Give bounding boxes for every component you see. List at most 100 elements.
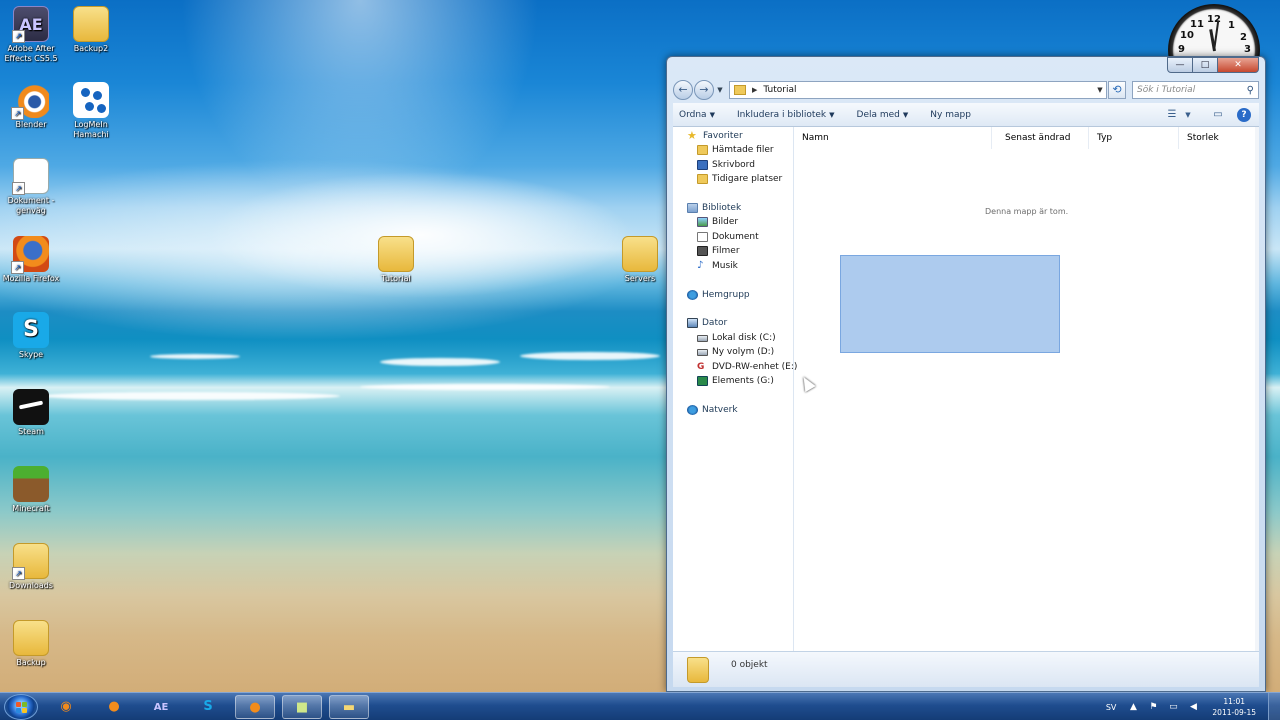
item-count: 0 objekt: [731, 659, 768, 670]
desktop-icon-firefox[interactable]: Mozilla Firefox: [0, 236, 62, 284]
desktop-icon-backup[interactable]: Backup: [0, 620, 62, 668]
explorer-window[interactable]: — □ ✕ ← → ▼ ▶ Tutorial ▼ ⟲ Sök i Tutoria…: [666, 56, 1266, 692]
network-icon: [687, 405, 698, 415]
taskbar-blender[interactable]: ◉: [46, 695, 86, 719]
clock-numeral: 2: [1240, 32, 1247, 43]
desktop-icon-label: Skype: [18, 350, 44, 359]
nav-item-pictures[interactable]: Bilder: [697, 217, 738, 227]
nav-computer[interactable]: Dator: [687, 318, 727, 328]
show-desktop-button[interactable]: [1268, 693, 1280, 720]
nav-libraries[interactable]: Bibliotek: [687, 203, 741, 213]
refresh-button[interactable]: ⟲: [1108, 81, 1126, 99]
close-button[interactable]: ✕: [1217, 57, 1259, 73]
breadcrumb-tutorial[interactable]: Tutorial: [763, 85, 796, 95]
nav-item-desktop[interactable]: Skrivbord: [697, 160, 755, 170]
maximize-button[interactable]: □: [1192, 57, 1218, 73]
show-hidden-icons-icon[interactable]: ▲: [1128, 702, 1138, 712]
flag-icon[interactable]: ⚑: [1148, 702, 1158, 712]
taskbar-after-effects[interactable]: AE: [141, 695, 181, 719]
clock-numeral: 9: [1178, 44, 1185, 55]
file-list[interactable]: Namn Senast ändrad Typ Storlek Denna map…: [794, 127, 1259, 651]
minecraft-icon: [13, 466, 49, 502]
share-with-menu[interactable]: Dela med ▼: [857, 110, 909, 120]
wave: [40, 392, 340, 400]
desktop-icon-label: Mozilla Firefox: [2, 274, 60, 283]
nav-group-label: Hemgrupp: [702, 290, 750, 300]
minimize-button[interactable]: —: [1167, 57, 1193, 73]
desktop-icon-label: Steam: [18, 427, 44, 436]
desktop-icon-minecraft[interactable]: Minecraft: [0, 466, 62, 514]
nav-network[interactable]: Natverk: [687, 405, 738, 415]
help-icon[interactable]: ?: [1237, 107, 1251, 122]
start-button[interactable]: [4, 694, 38, 720]
desktop-icon-backup2[interactable]: Backup2: [60, 6, 122, 54]
breadcrumb-arrow-icon[interactable]: ▶: [752, 86, 757, 94]
back-button[interactable]: ←: [673, 80, 693, 100]
clock-numeral: 1: [1228, 20, 1235, 31]
nav-item-drive-c[interactable]: Lokal disk (C:): [697, 333, 776, 343]
taskbar-firefox-open[interactable]: ●: [235, 695, 275, 719]
nav-item-label: Dokument: [712, 232, 759, 242]
nav-item-documents[interactable]: Dokument: [697, 232, 759, 242]
details-pane: 0 objekt: [673, 651, 1259, 687]
desktop-icon-after-effects[interactable]: AE Adobe After Effects CS5.5: [0, 6, 62, 64]
new-folder-button[interactable]: Ny mapp: [930, 110, 971, 120]
chevron-down-icon: ▼: [829, 110, 835, 119]
taskbar-camtasia[interactable]: ■: [282, 695, 322, 719]
address-bar[interactable]: ▶ Tutorial ▼: [729, 81, 1107, 99]
recent-pages-dropdown[interactable]: ▼: [715, 86, 725, 94]
nav-item-recent-places[interactable]: Tidigare platser: [697, 174, 782, 184]
nav-item-videos[interactable]: Filmer: [697, 246, 740, 256]
scrollbar[interactable]: [1255, 127, 1259, 651]
nav-item-downloads[interactable]: Hämtade filer: [697, 145, 774, 155]
taskbar-explorer[interactable]: ▬: [329, 695, 369, 719]
desktop-icon-skype[interactable]: S Skype: [0, 312, 62, 360]
include-in-library-menu[interactable]: Inkludera i bibliotek ▼: [737, 110, 835, 120]
preview-pane-icon[interactable]: ▭: [1211, 109, 1225, 121]
view-options-icon[interactable]: ☰: [1165, 109, 1179, 121]
navigation-pane: ★ Favoriter Hämtade filer Skrivbord Tidi…: [673, 127, 797, 651]
after-effects-icon: AE: [12, 6, 49, 43]
nav-item-label: Hämtade filer: [712, 145, 774, 155]
column-header-size[interactable]: Storlek: [1179, 127, 1255, 149]
documents-icon: [697, 232, 708, 242]
nav-homegroup[interactable]: Hemgrupp: [687, 290, 750, 300]
column-header-name[interactable]: Namn: [794, 127, 992, 149]
nav-item-label: Elements (G:): [712, 376, 774, 386]
column-header-type[interactable]: Typ: [1089, 127, 1179, 149]
language-indicator[interactable]: SV: [1106, 703, 1117, 712]
desktop-icon-steam[interactable]: Steam: [0, 389, 62, 437]
desktop-icon-blender[interactable]: Blender: [0, 82, 62, 130]
network-tray-icon[interactable]: ▭: [1168, 702, 1178, 712]
forward-button[interactable]: →: [694, 80, 714, 100]
desktop-icon-downloads[interactable]: Downloads: [0, 543, 62, 591]
desktop-icon-servers[interactable]: Servers: [609, 236, 671, 284]
address-dropdown-icon[interactable]: ▼: [1094, 86, 1106, 94]
selection-rectangle: [840, 255, 1060, 353]
desktop-icon-tutorial[interactable]: Tutorial: [365, 236, 427, 284]
column-header-date-modified[interactable]: Senast ändrad: [997, 127, 1089, 149]
nav-group-label: Bibliotek: [702, 203, 742, 213]
nav-item-drive-g[interactable]: Elements (G:): [697, 376, 774, 386]
desktop-icon-documents-shortcut[interactable]: Dokument - genväg: [0, 158, 62, 216]
hard-drive-icon: [697, 334, 708, 342]
view-dropdown-icon[interactable]: ▼: [1181, 109, 1195, 121]
taskbar-skype[interactable]: S: [188, 695, 228, 719]
taskbar-firefox[interactable]: ●: [94, 695, 134, 719]
organize-menu[interactable]: Ordna ▼: [679, 110, 715, 120]
nav-favorites[interactable]: ★ Favoriter: [687, 130, 743, 141]
nav-item-label: Filmer: [712, 246, 740, 256]
volume-icon[interactable]: ◀: [1188, 702, 1198, 712]
nav-item-drive-e[interactable]: G DVD-RW-enhet (E:): [697, 362, 797, 372]
desktop-icon-hamachi[interactable]: LogMeIn Hamachi: [60, 82, 122, 140]
search-input[interactable]: Sök i Tutorial ⚲: [1132, 81, 1259, 99]
nav-item-label: Skrivbord: [712, 160, 755, 170]
nav-item-drive-d[interactable]: Ny volym (D:): [697, 347, 774, 357]
firefox-icon: [11, 236, 49, 274]
search-icon[interactable]: ⚲: [1247, 85, 1254, 96]
nav-item-music[interactable]: ♪ Musik: [697, 261, 738, 272]
nav-group-label: Dator: [702, 318, 728, 328]
taskbar-clock[interactable]: 11:01 2011-09-15: [1212, 696, 1256, 718]
nav-item-label: Lokal disk (C:): [712, 333, 776, 343]
wave: [520, 352, 660, 360]
